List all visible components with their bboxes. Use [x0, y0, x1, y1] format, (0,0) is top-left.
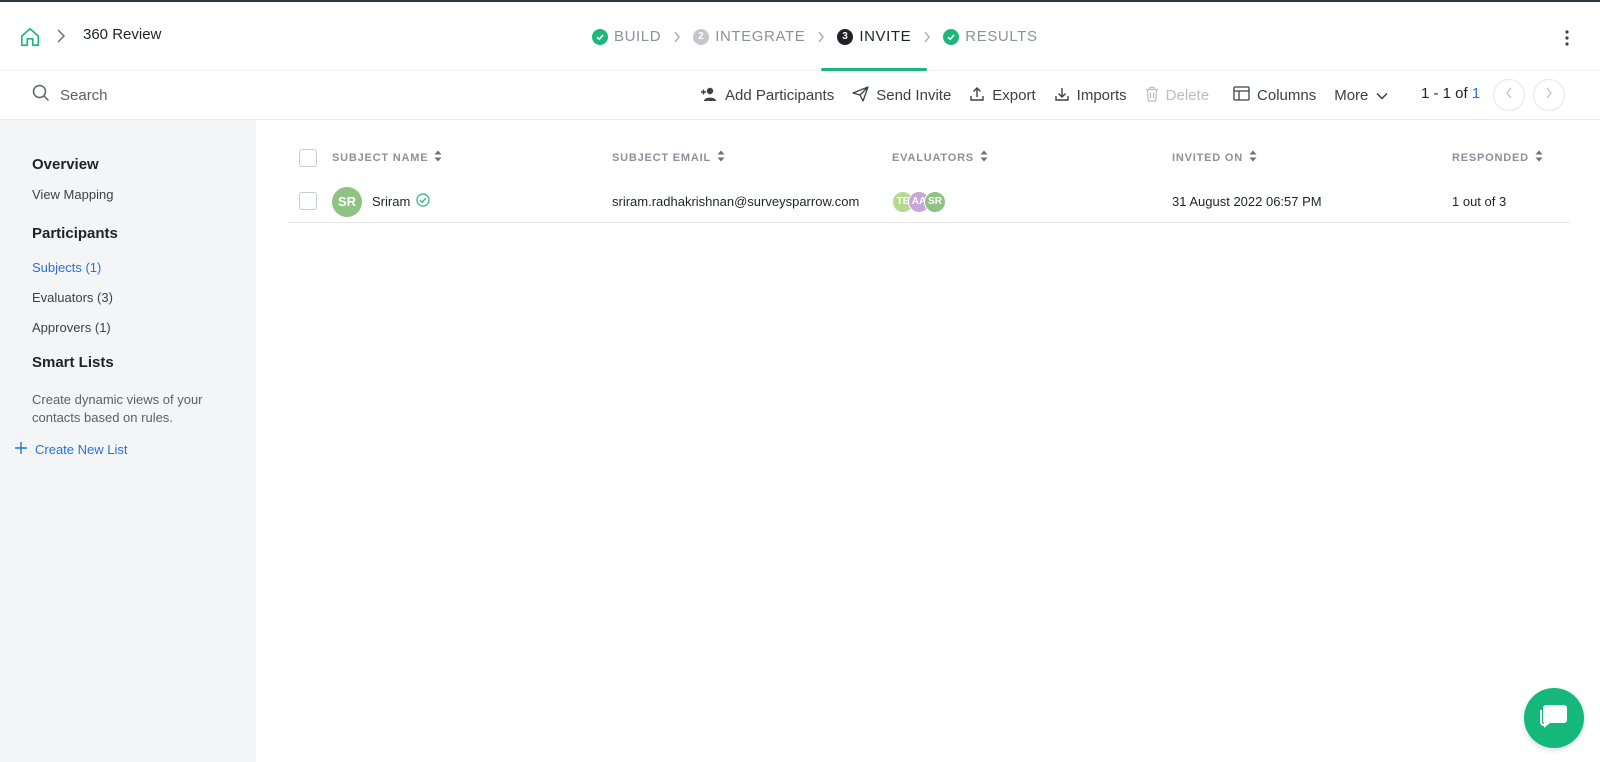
step-integrate[interactable]: 2 INTEGRATE: [693, 2, 805, 71]
table-row[interactable]: SR Sriram sriram.radhakrishnan@surveyspa…: [288, 180, 1570, 223]
table-header: SUBJECT NAME SUBJECT EMAIL EVALUATORS IN…: [288, 142, 1570, 174]
chevron-down-icon: [1376, 87, 1388, 104]
imports-label: Imports: [1076, 87, 1127, 104]
top-bar: 360 Review BUILD 2 INTEGRATE 3 INVITE RE…: [0, 0, 1600, 71]
sidebar-item-approvers[interactable]: Approvers (1): [32, 320, 111, 335]
columns-button[interactable]: Columns: [1233, 86, 1316, 105]
subject-name[interactable]: Sriram: [372, 194, 410, 209]
chat-bubble-icon: [1538, 701, 1570, 736]
main-content: SUBJECT NAME SUBJECT EMAIL EVALUATORS IN…: [256, 120, 1600, 762]
stepper: BUILD 2 INTEGRATE 3 INVITE RESULTS: [592, 2, 1038, 71]
chevron-right-icon: [53, 26, 69, 46]
export-label: Export: [992, 87, 1036, 104]
pagination-range: 1 - 1 of: [1421, 85, 1472, 102]
column-header-subject-name[interactable]: SUBJECT NAME: [332, 150, 442, 165]
avatar: SR: [332, 186, 362, 217]
delete-label: Delete: [1165, 87, 1210, 104]
invited-on: 31 August 2022 06:57 PM: [1172, 194, 1322, 209]
row-checkbox[interactable]: [299, 192, 317, 210]
sort-icon: [1249, 150, 1257, 165]
column-header-responded[interactable]: RESPONDED: [1452, 150, 1543, 165]
column-header-label: EVALUATORS: [892, 151, 974, 164]
subject-email: sriram.radhakrishnan@surveysparrow.com: [612, 194, 860, 209]
check-circle-icon: [416, 193, 430, 210]
send-invite-label: Send Invite: [876, 87, 952, 104]
step-invite[interactable]: 3 INVITE: [821, 2, 928, 71]
home-icon[interactable]: [18, 25, 42, 49]
create-new-list-label: Create New List: [35, 442, 128, 457]
step-label: RESULTS: [965, 28, 1038, 45]
create-new-list-button[interactable]: Create New List: [15, 442, 127, 457]
imports-button[interactable]: Imports: [1054, 86, 1127, 106]
add-user-icon: [700, 86, 718, 106]
chevron-right-icon: [669, 2, 685, 71]
export-button[interactable]: Export: [969, 86, 1036, 106]
download-icon: [1054, 86, 1070, 106]
sidebar-heading-smart-lists: Smart Lists: [32, 354, 114, 371]
chevron-right-icon: [1545, 86, 1553, 104]
table-columns-icon: [1233, 86, 1250, 105]
sidebar-heading-participants: Participants: [32, 225, 118, 242]
subject-name-cell: SR Sriram: [332, 180, 430, 223]
sidebar-item-view-mapping[interactable]: View Mapping: [32, 187, 113, 202]
chevron-right-icon: [813, 2, 829, 71]
step-results[interactable]: RESULTS: [943, 2, 1037, 71]
upload-icon: [969, 86, 985, 106]
column-header-label: SUBJECT EMAIL: [612, 151, 712, 164]
evaluator-avatar: SR: [924, 190, 946, 213]
check-circle-icon: [943, 28, 960, 45]
pagination-total: 1: [1471, 85, 1481, 102]
next-page-button[interactable]: [1533, 79, 1565, 111]
columns-label: Columns: [1257, 87, 1317, 104]
send-icon: [852, 85, 869, 106]
column-header-label: RESPONDED: [1452, 151, 1529, 164]
sidebar-heading-overview: Overview: [32, 156, 99, 173]
kebab-menu-icon[interactable]: [1557, 27, 1577, 49]
step-number: 2: [693, 28, 710, 45]
sidebar-item-evaluators[interactable]: Evaluators (3): [32, 290, 113, 305]
delete-button[interactable]: Delete: [1145, 86, 1209, 106]
chevron-right-icon: [919, 2, 935, 71]
step-label: INVITE: [859, 28, 912, 45]
evaluators-cell[interactable]: TE AA SR: [892, 180, 946, 223]
breadcrumb-title[interactable]: 360 Review: [83, 26, 161, 43]
select-all-checkbox[interactable]: [299, 149, 317, 167]
step-number: 3: [837, 28, 854, 45]
chat-support-button[interactable]: [1524, 688, 1584, 748]
sidebar-item-subjects[interactable]: Subjects (1): [32, 260, 101, 275]
search-icon: [32, 84, 50, 107]
toolbar-actions: Add Participants Send Invite Export Impo…: [700, 71, 1406, 120]
step-label: BUILD: [614, 28, 662, 45]
sort-icon: [434, 150, 442, 165]
more-label: More: [1334, 87, 1369, 104]
add-participants-label: Add Participants: [725, 87, 835, 104]
sidebar: Overview View Mapping Participants Subje…: [0, 120, 256, 762]
search-box: [32, 83, 260, 107]
column-header-label: SUBJECT NAME: [332, 151, 429, 164]
plus-icon: [15, 442, 27, 457]
step-build[interactable]: BUILD: [592, 2, 661, 71]
trash-icon: [1145, 86, 1159, 106]
column-header-evaluators[interactable]: EVALUATORS: [892, 150, 988, 165]
more-dropdown[interactable]: More: [1334, 87, 1388, 104]
add-participants-button[interactable]: Add Participants: [700, 86, 834, 106]
toolbar: Add Participants Send Invite Export Impo…: [0, 71, 1600, 120]
pagination-summary: 1 - 1 of 1: [1421, 85, 1480, 102]
sort-icon: [717, 150, 725, 165]
column-header-subject-email[interactable]: SUBJECT EMAIL: [612, 150, 725, 165]
sort-icon: [1535, 150, 1543, 165]
responded-count: 1 out of 3: [1452, 194, 1507, 209]
column-header-label: INVITED ON: [1172, 151, 1243, 164]
previous-page-button[interactable]: [1493, 79, 1525, 111]
search-input[interactable]: [60, 86, 260, 104]
send-invite-button[interactable]: Send Invite: [852, 85, 952, 106]
step-label: INTEGRATE: [715, 28, 806, 45]
chevron-left-icon: [1505, 86, 1513, 104]
check-circle-icon: [592, 28, 608, 45]
smart-lists-description: Create dynamic views of your contacts ba…: [32, 392, 203, 425]
column-header-invited-on[interactable]: INVITED ON: [1172, 150, 1257, 165]
sort-icon: [980, 150, 988, 165]
